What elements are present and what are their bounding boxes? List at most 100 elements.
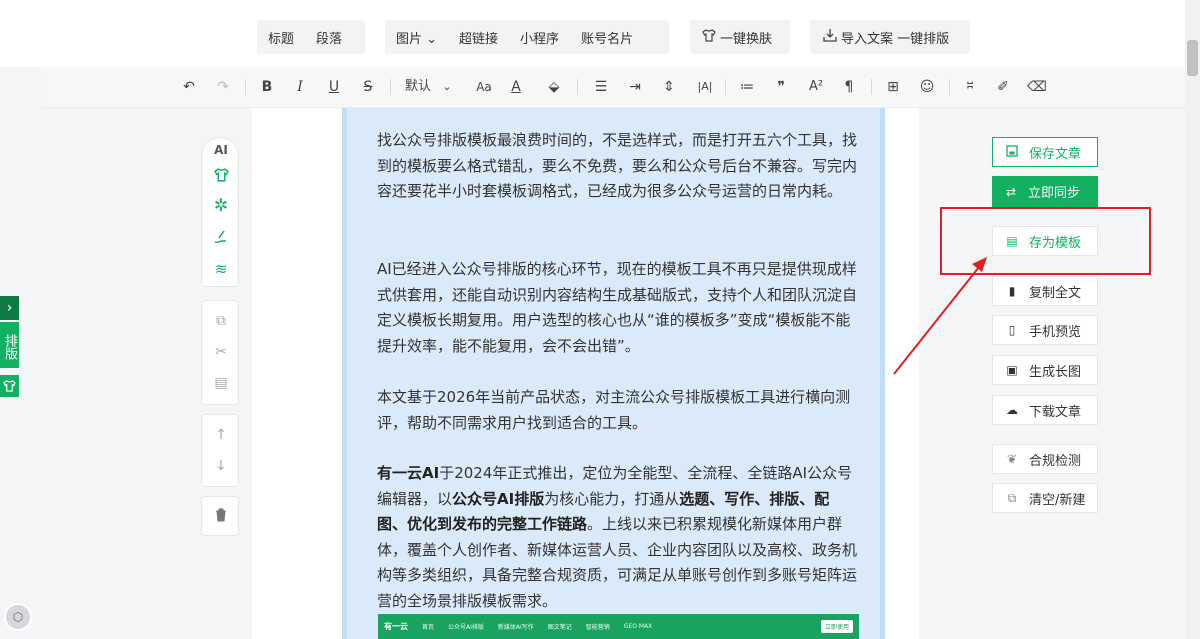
- eraser-icon[interactable]: ⌫: [1027, 77, 1047, 97]
- banner-nav-item: 首页: [422, 624, 435, 631]
- divider: [245, 79, 246, 95]
- font-size-icon[interactable]: Aa: [472, 77, 496, 97]
- copy-all-button[interactable]: ▮ 复制全文: [992, 276, 1098, 306]
- account-card-button[interactable]: 账号名片: [570, 28, 644, 47]
- miniprogram-button[interactable]: 小程序: [509, 28, 570, 47]
- p4-text-2: 为核心能力，打通从: [544, 489, 680, 508]
- image-icon: ▣: [1006, 363, 1018, 377]
- insert-group: 图片 ⌄ 超链接 小程序 账号名片: [385, 20, 669, 54]
- scrollbar-thumb[interactable]: [1187, 40, 1198, 76]
- list-icon[interactable]: ≔: [737, 77, 757, 97]
- table-icon[interactable]: ⊞: [883, 77, 903, 97]
- compliance-check-button[interactable]: ❦ 合规检测: [992, 444, 1098, 474]
- clear-new-label: 清空/新建: [1029, 492, 1086, 508]
- save-label: 保存文章: [1029, 146, 1082, 162]
- chevron-down-icon[interactable]: ⌄: [440, 77, 454, 97]
- undo-icon[interactable]: ↶: [179, 77, 199, 97]
- divider: [949, 79, 950, 95]
- embedded-site-screenshot: 有一云 首页 公众号AI排版 新媒体AI写作 图文笔记 智能营销 GEO MAX…: [378, 614, 859, 639]
- generate-long-image-button[interactable]: ▣ 生成长图: [992, 355, 1098, 385]
- banner-nav-item: 公众号AI排版: [448, 624, 484, 631]
- divider: [390, 79, 391, 95]
- brush-icon[interactable]: [202, 229, 240, 249]
- save-article-button[interactable]: 保存文章: [992, 137, 1098, 167]
- top-insert-bar: 标题 段落 图片 ⌄ 超链接 小程序 账号名片 一键换肤 导入文案 一键排版: [0, 0, 1185, 67]
- ai-button[interactable]: AI: [202, 142, 240, 158]
- font-family-select[interactable]: 默认: [402, 77, 434, 97]
- long-image-label: 生成长图: [1029, 364, 1082, 380]
- paragraph-1: 找公众号排版模板最浪费时间的，不是选样式，而是打开五六个工具，找到的模板要么格式…: [377, 131, 858, 200]
- p4-bold-1: 公众号AI排版: [452, 489, 545, 508]
- format-brush-icon[interactable]: ✐: [993, 77, 1013, 97]
- arrow-down-icon[interactable]: ↓: [202, 458, 240, 474]
- superscript-icon[interactable]: A²: [805, 77, 827, 97]
- banner-nav-item: 智能营销: [585, 624, 610, 631]
- heading-button[interactable]: 标题: [257, 28, 305, 47]
- page-scrollbar[interactable]: [1185, 0, 1200, 639]
- tshirt-icon: [702, 28, 716, 42]
- paste-icon[interactable]: ▤: [202, 375, 240, 391]
- sync-icon: ⇄: [1005, 184, 1017, 199]
- heading-paragraph-group: 标题 段落: [257, 20, 365, 54]
- sparkle-icon[interactable]: ✲: [202, 198, 240, 215]
- arrow-up-icon[interactable]: ↑: [202, 427, 240, 443]
- line-height-icon[interactable]: ⇕: [659, 77, 679, 97]
- tshirt-icon[interactable]: [202, 168, 240, 186]
- mobile-preview-button[interactable]: ▯ 手机预览: [992, 315, 1098, 345]
- download-label: 下载文章: [1029, 404, 1082, 420]
- wave-icon[interactable]: ≋: [202, 261, 240, 277]
- banner-brand: 有一云: [384, 622, 408, 631]
- banner-nav-item: 新媒体AI写作: [497, 624, 534, 631]
- scissors-icon[interactable]: ✂: [202, 344, 240, 360]
- divider: [725, 79, 726, 95]
- layout-panel-tab[interactable]: 排版: [0, 322, 19, 368]
- paragraph-3: 本文基于2026年当前产品状态，对主流公众号排版模板工具进行横向测评，帮助不同需…: [377, 388, 851, 432]
- skin-tab[interactable]: [0, 375, 19, 397]
- paragraph-2: AI已经进入公众号排版的核心环节，现在的模板工具不再只是提供现成样式供套用，还能…: [377, 260, 858, 355]
- divider: [577, 79, 578, 95]
- paragraph-button[interactable]: 段落: [305, 28, 353, 47]
- annotation-arrow: [893, 257, 987, 375]
- highlight-icon[interactable]: ⬙: [544, 77, 564, 97]
- text-color-icon[interactable]: A: [506, 77, 526, 97]
- skin-button[interactable]: 一键换肤: [690, 20, 790, 54]
- image-dropdown[interactable]: 图片 ⌄: [385, 28, 448, 47]
- assistant-float-icon[interactable]: ⬡: [4, 603, 32, 631]
- bold-icon[interactable]: B: [257, 77, 277, 97]
- compliance-label: 合规检测: [1029, 453, 1082, 469]
- expand-panel-button[interactable]: ›: [0, 296, 19, 320]
- align-icon[interactable]: ☰: [591, 77, 611, 97]
- trash-icon[interactable]: [202, 508, 240, 526]
- emoji-icon[interactable]: ☺: [917, 77, 937, 97]
- clear-new-button[interactable]: ⧉ 清空/新建: [992, 483, 1098, 513]
- underline-icon[interactable]: U: [324, 77, 344, 97]
- copy-icon[interactable]: ⧉: [202, 313, 240, 329]
- italic-icon[interactable]: I: [290, 77, 310, 97]
- copy-all-label: 复制全文: [1029, 285, 1082, 301]
- clipboard-panel: ⧉ ✂ ▤: [201, 300, 239, 405]
- banner-cta: 立即使用: [820, 620, 853, 633]
- paragraph-mark-icon[interactable]: ¶: [839, 77, 859, 97]
- mobile-preview-label: 手机预览: [1029, 324, 1082, 340]
- brand-name: 有一云AI: [377, 464, 440, 482]
- divider: [871, 79, 872, 95]
- import-button[interactable]: 导入文案 一键排版: [810, 20, 970, 54]
- quote-icon[interactable]: ❞: [771, 77, 791, 97]
- tshirt-icon: [3, 380, 16, 392]
- import-icon: [823, 29, 837, 42]
- download-article-button[interactable]: ☁ 下载文章: [992, 395, 1098, 425]
- save-icon: [1005, 144, 1019, 160]
- letter-spacing-icon[interactable]: |A|: [693, 77, 717, 97]
- hyperlink-button[interactable]: 超链接: [448, 28, 509, 47]
- phone-icon: ▯: [1008, 323, 1016, 337]
- move-panel: ↑ ↓: [201, 414, 239, 487]
- redo-icon[interactable]: ↷: [213, 77, 233, 97]
- leaf-icon: ❦: [1006, 452, 1018, 466]
- sync-now-button[interactable]: ⇄ 立即同步: [992, 176, 1098, 207]
- indent-icon[interactable]: ⇥: [625, 77, 645, 97]
- strikethrough-icon[interactable]: S: [358, 77, 378, 97]
- article-body[interactable]: 找公众号排版模板最浪费时间的，不是选样式，而是打开五六个工具，找到的模板要么格式…: [342, 108, 885, 639]
- horizontal-divider-icon[interactable]: ⎶: [959, 77, 981, 97]
- duplicate-icon: ⧉: [1007, 490, 1017, 505]
- document-icon: ▮: [1008, 284, 1016, 298]
